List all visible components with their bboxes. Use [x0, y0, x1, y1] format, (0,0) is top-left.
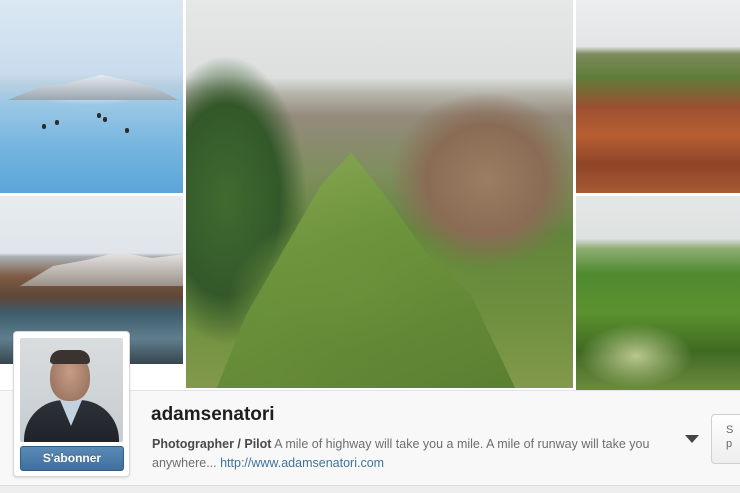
profile-bio: Photographer / Pilot A mile of highway w…	[152, 435, 682, 472]
photo-bather	[55, 120, 59, 125]
side-button-line2: p	[726, 438, 733, 450]
gallery-photo-canyon[interactable]	[576, 0, 740, 193]
photo-mountain	[20, 252, 183, 286]
side-button-line1: S	[726, 424, 734, 436]
profile-username: adamsenatori	[151, 404, 275, 425]
gallery-photo-valley[interactable]	[576, 196, 740, 390]
gallery-photo-ridge[interactable]	[186, 0, 573, 388]
bottom-strip	[0, 485, 740, 493]
photo-bather	[103, 117, 107, 122]
side-action-button[interactable]: S p	[711, 414, 740, 464]
photo-bather	[97, 113, 101, 118]
photo-bather	[42, 124, 46, 129]
avatar-hair	[50, 350, 90, 364]
follow-button[interactable]: S'abonner	[20, 446, 124, 471]
photo-mountain	[8, 74, 178, 100]
photo-ridge	[216, 152, 516, 388]
website-link[interactable]: http://www.adamsenatori.com	[220, 456, 384, 470]
bio-title: Photographer / Pilot	[152, 437, 272, 451]
gallery-photo-lagoon[interactable]	[0, 0, 183, 193]
avatar[interactable]	[20, 338, 123, 442]
avatar-card: S'abonner	[13, 331, 130, 477]
photo-bather	[125, 128, 129, 133]
caret-down-icon[interactable]	[685, 435, 699, 443]
